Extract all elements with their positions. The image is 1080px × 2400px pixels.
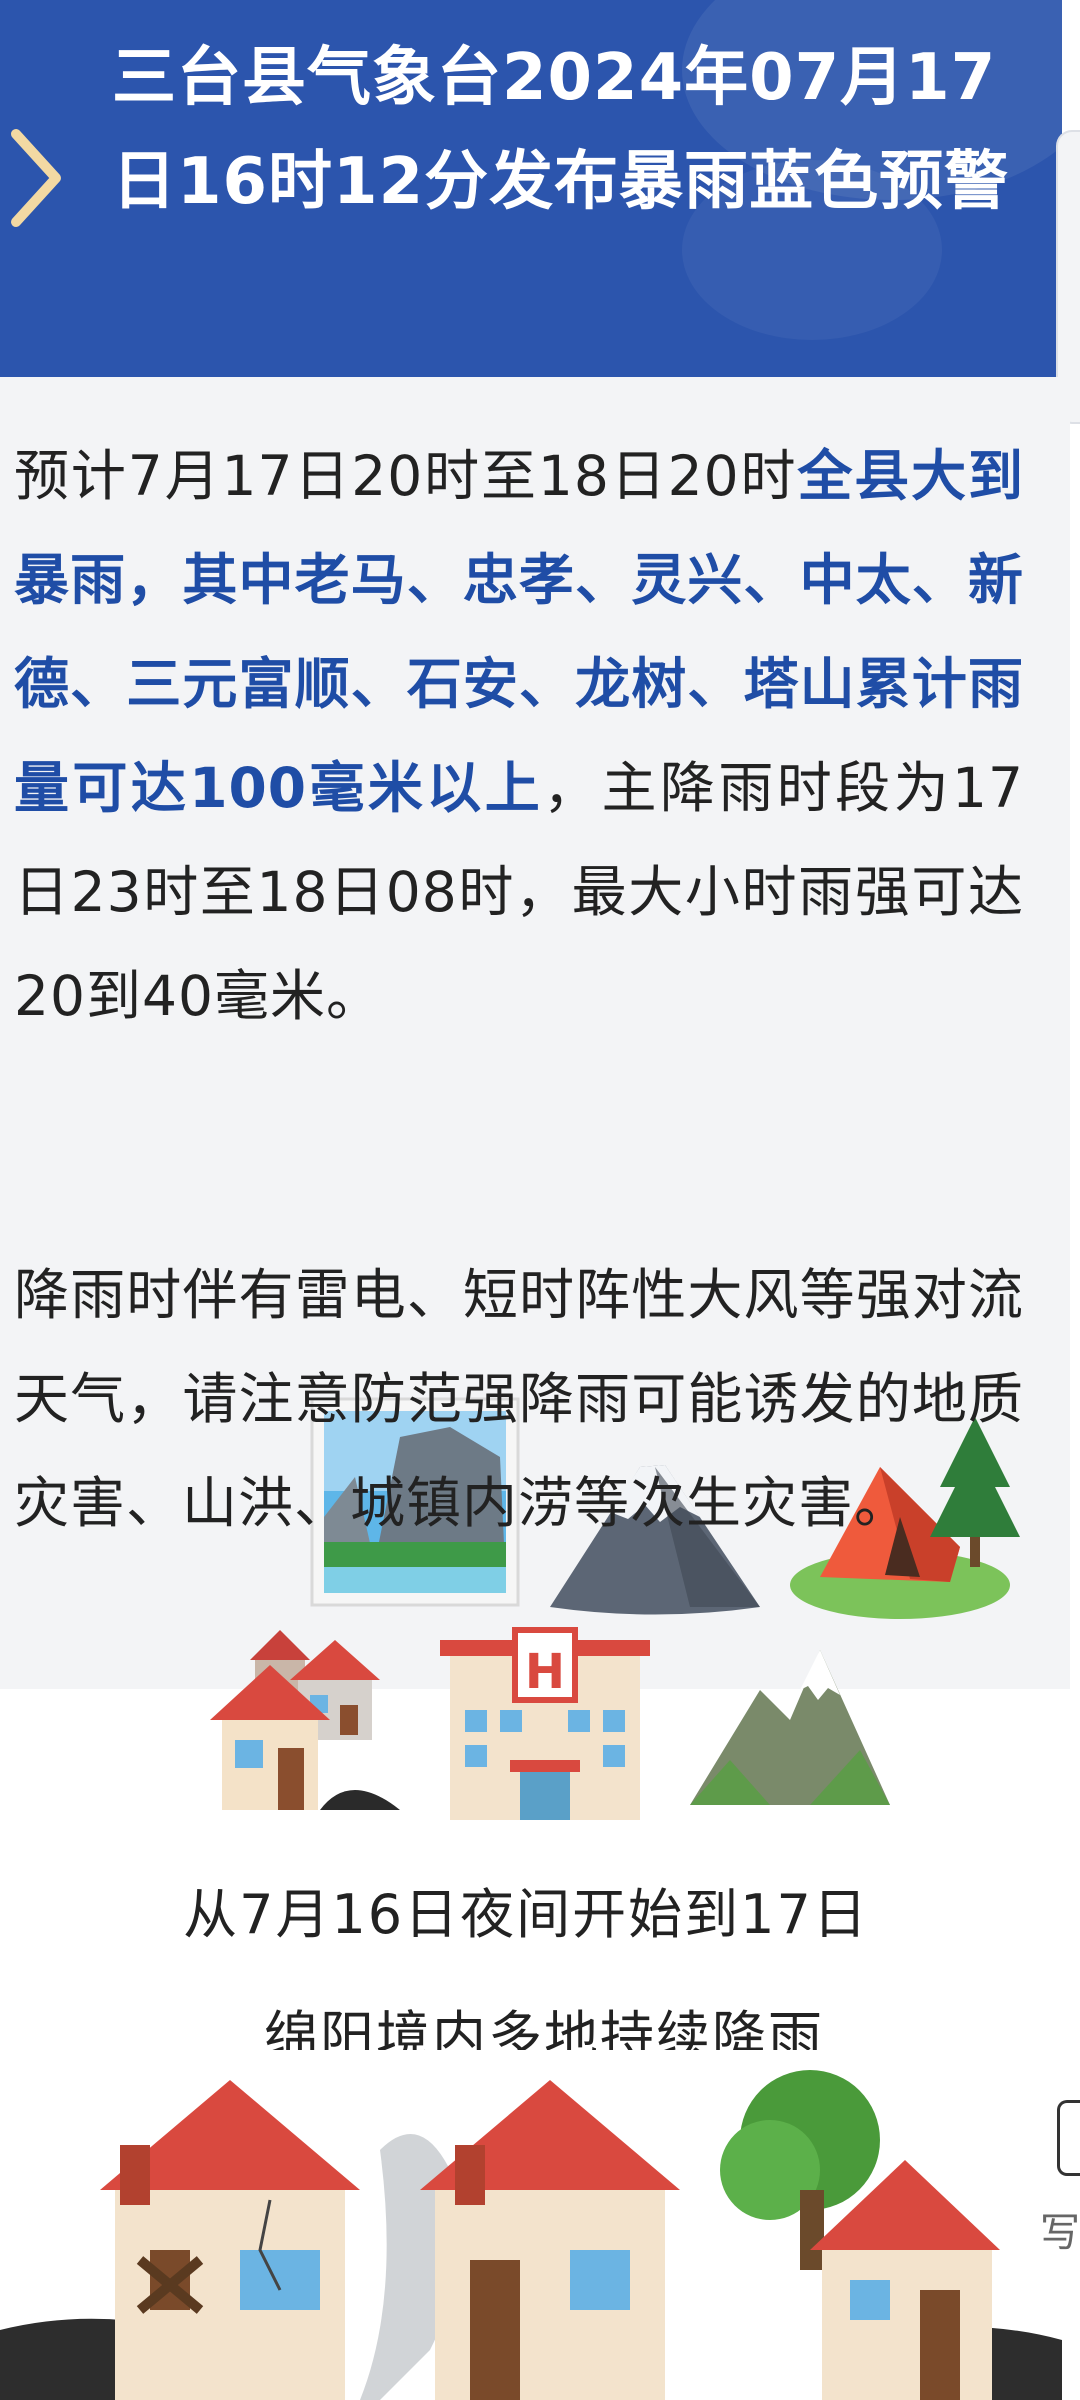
snow-mountain-icon	[690, 1650, 890, 1805]
warning-header-banner: 三台县气象台2024年07月17日16时12分发布暴雨蓝色预警	[0, 0, 1062, 377]
hotel-icon: H	[440, 1627, 650, 1820]
chevron-right-icon	[11, 129, 61, 227]
advice-paragraph: 降雨时伴有雷电、短时阵性大风等强对流天气，请注意防范强降雨可能诱发的地质灾害、山…	[14, 1263, 1024, 1535]
forecast-intro: 预计7月17日20时至18日20时	[14, 444, 798, 508]
side-panel-handle[interactable]	[1057, 2100, 1080, 2176]
warning-content: 预计7月17日20时至18日20时全县大到暴雨，其中老马、忠孝、灵兴、中太、新德…	[0, 377, 1070, 1689]
svg-text:H: H	[525, 1644, 565, 1700]
caption-line-1: 从7月16日夜间开始到17日	[183, 1883, 869, 1946]
houses-icon	[210, 1630, 400, 1810]
forecast-paragraph: 预计7月17日20时至18日20时全县大到暴雨，其中老马、忠孝、灵兴、中太、新德…	[14, 424, 1024, 1048]
write-comment-label[interactable]: 写	[1040, 2200, 1080, 2258]
emoji-row: H	[210, 1627, 890, 1820]
article-page: 三台县气象台2024年07月17日16时12分发布暴雨蓝色预警 预计7月17日2…	[0, 0, 1080, 2400]
illustration-image	[0, 2050, 1062, 2400]
warning-title: 三台县气象台2024年07月17日16时12分发布暴雨蓝色预警	[112, 41, 1010, 219]
